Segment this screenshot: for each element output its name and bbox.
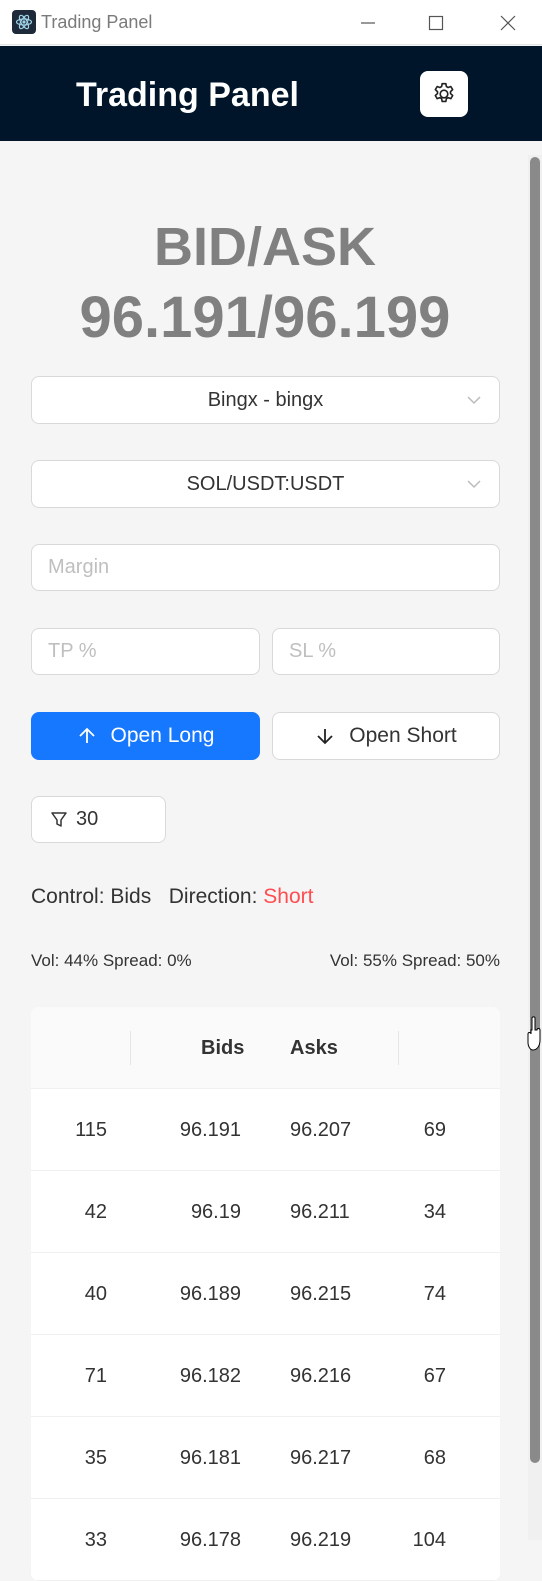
- control-label: Control:: [31, 885, 105, 908]
- maximize-icon: [428, 15, 444, 30]
- header-asks: Asks: [290, 1037, 338, 1059]
- bid-price-cell: 96.189: [179, 1283, 241, 1305]
- orderbook-table: Bids Asks 115 96.191 96.207 69 42 96.19 96.211…: [31, 1007, 500, 1581]
- ask-price-cell: 96.216: [290, 1365, 352, 1387]
- close-icon: [500, 15, 516, 30]
- close-button[interactable]: [478, 0, 538, 45]
- bid-price-cell: 96.191: [179, 1119, 241, 1141]
- main-content: BID/ASK 96.191/96.199 Bingx - bingx SOL/…: [0, 141, 542, 1581]
- quote-label: BID/ASK: [153, 217, 376, 277]
- bid-size-cell: 33: [84, 1529, 107, 1551]
- column-divider: [398, 1031, 399, 1065]
- scrollbar[interactable]: [528, 155, 542, 1540]
- direction-value: Short: [263, 885, 314, 908]
- gear-icon: [434, 82, 454, 103]
- ask-price-cell: 96.215: [290, 1283, 352, 1305]
- bid-size-cell: 35: [84, 1447, 107, 1469]
- ask-size-cell: 69: [423, 1119, 446, 1141]
- bid-price-cell: 96.182: [179, 1365, 241, 1387]
- table-row: 40 96.189 96.215 74: [31, 1253, 500, 1335]
- bid-size-cell: 115: [75, 1119, 107, 1141]
- window-title: Trading Panel: [41, 12, 153, 32]
- asks-stats: Vol: 55% Spread: 50%: [329, 951, 500, 970]
- ask-price-cell: 96.207: [290, 1119, 352, 1141]
- ask-price-cell: 96.217: [290, 1447, 352, 1469]
- symbol-select[interactable]: SOL/USDT:USDT: [31, 460, 500, 508]
- arrow-up-icon: [78, 727, 95, 743]
- bids-stats: Vol: 44% Spread: 0%: [31, 951, 192, 970]
- open-long-label: Open Long: [110, 724, 215, 747]
- exchange-select[interactable]: Bingx - bingx: [31, 376, 500, 424]
- open-long-button[interactable]: Open Long: [31, 712, 260, 760]
- bid-price-cell: 96.19: [190, 1201, 241, 1223]
- table-row: 42 96.19 96.211 34: [31, 1171, 500, 1253]
- control-status: Control: Bids Direction: Short: [31, 885, 314, 909]
- bid-size-cell: 42: [84, 1201, 107, 1223]
- sl-input[interactable]: [272, 628, 500, 675]
- filter-input[interactable]: 30: [31, 796, 166, 843]
- tp-input[interactable]: [31, 628, 260, 675]
- chevron-down-icon: [467, 480, 481, 489]
- page-title: Trading Panel: [76, 76, 299, 114]
- table-row: 33 96.178 96.219 104: [31, 1499, 500, 1581]
- settings-button[interactable]: [420, 71, 468, 117]
- control-value: Bids: [110, 885, 152, 908]
- hand-cursor-icon: [527, 1016, 541, 1051]
- ask-size-cell: 74: [423, 1283, 446, 1305]
- ask-price-cell: 96.211: [290, 1201, 350, 1223]
- maximize-button[interactable]: [406, 0, 466, 45]
- table-row: 115 96.191 96.207 69: [31, 1089, 500, 1171]
- filter-value: 30: [76, 808, 99, 830]
- open-short-label: Open Short: [349, 724, 457, 747]
- ask-size-cell: 104: [412, 1529, 446, 1551]
- bid-price-cell: 96.181: [179, 1447, 241, 1469]
- minimize-icon: [361, 21, 375, 24]
- open-short-button[interactable]: Open Short: [272, 712, 500, 760]
- ask-size-cell: 67: [423, 1365, 446, 1387]
- app-header: Trading Panel: [0, 46, 542, 141]
- symbol-select-value: SOL/USDT:USDT: [186, 472, 345, 495]
- column-divider: [130, 1031, 131, 1065]
- margin-input[interactable]: [31, 544, 500, 591]
- table-row: 35 96.181 96.217 68: [31, 1417, 500, 1499]
- arrow-down-icon: [317, 729, 333, 745]
- table-header: Bids Asks: [31, 1007, 500, 1089]
- chevron-down-icon: [467, 396, 481, 405]
- exchange-select-value: Bingx - bingx: [207, 388, 324, 411]
- minimize-button[interactable]: [338, 0, 398, 45]
- electron-icon: [12, 10, 36, 34]
- table-row: 71 96.182 96.216 67: [31, 1335, 500, 1417]
- window-titlebar: Trading Panel: [0, 0, 542, 45]
- bid-price-cell: 96.178: [179, 1529, 241, 1551]
- direction-label: Direction:: [168, 885, 258, 908]
- filter-icon: [51, 811, 67, 827]
- header-bids: Bids: [201, 1037, 245, 1059]
- ask-price-cell: 96.219: [290, 1529, 352, 1551]
- quote-value: 96.191/96.199: [79, 285, 451, 350]
- bid-size-cell: 71: [84, 1365, 107, 1387]
- bid-size-cell: 40: [84, 1283, 107, 1305]
- ask-size-cell: 34: [423, 1201, 446, 1223]
- ask-size-cell: 68: [423, 1447, 446, 1469]
- scrollbar-thumb[interactable]: [530, 157, 540, 1463]
